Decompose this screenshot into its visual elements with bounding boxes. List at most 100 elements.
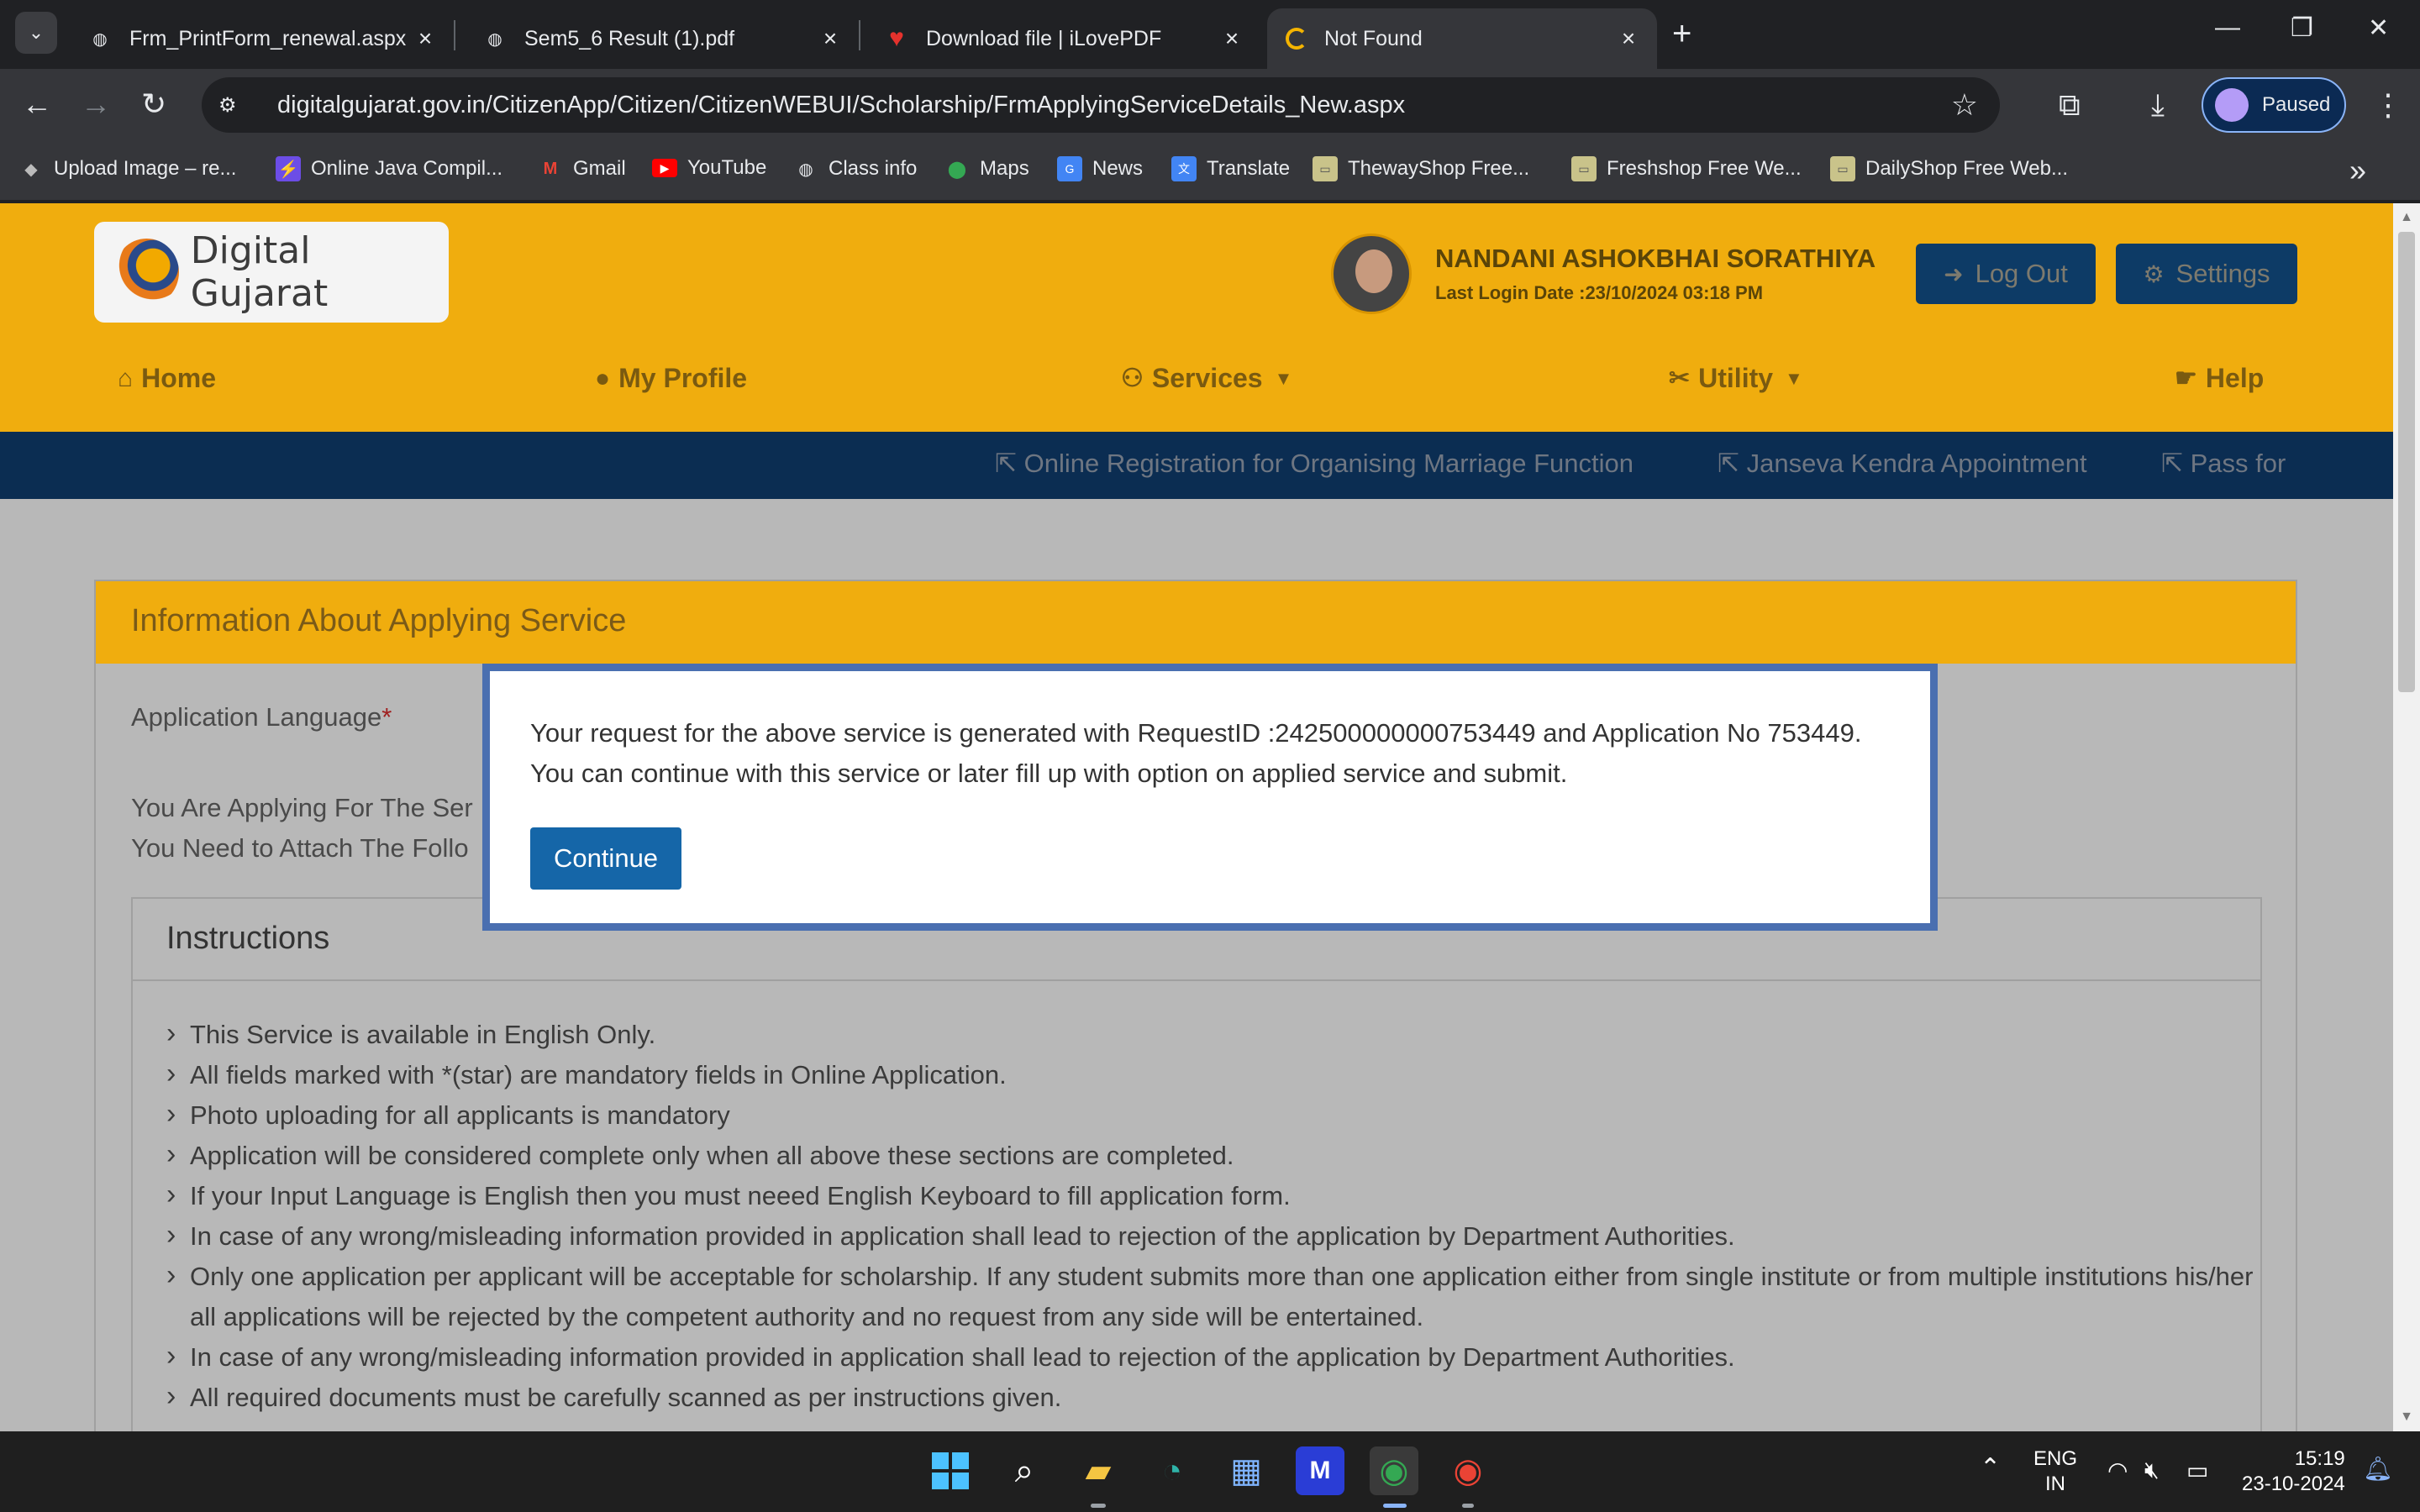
chevron-double-right-icon[interactable]: »: [2349, 153, 2366, 188]
new-tab-button[interactable]: +: [1672, 15, 1691, 52]
last-login-date: Last Login Date :23/10/2024 03:18 PM: [1435, 282, 1764, 303]
download-icon[interactable]: ⤓: [2151, 87, 2165, 123]
attach-documents-text: You Need to Attach The Follo: [131, 833, 469, 863]
chrome-icon[interactable]: ◉: [1370, 1446, 1418, 1495]
link-label: Janseva Kendra Appointment: [1746, 449, 2087, 478]
bookmark-online-java[interactable]: ⚡ Online Java Compil...: [276, 156, 502, 181]
tab-frm-printform[interactable]: ◍ Frm_PrintForm_renewal.aspx ×: [69, 8, 454, 69]
link-label: Online Registration for Organising Marri…: [1023, 449, 1634, 478]
tab-sem5-result[interactable]: ◍ Sem5_6 Result (1).pdf ×: [464, 8, 859, 69]
logout-label: Log Out: [1975, 259, 2068, 288]
news-icon: G: [1057, 156, 1082, 181]
caret-down-icon: ▼: [1785, 367, 1803, 389]
translate-icon: 文: [1171, 156, 1197, 181]
minimize-icon[interactable]: —: [2215, 13, 2240, 42]
dialog-message: Your request for the above service is ge…: [530, 713, 1908, 794]
image-icon: ▭: [1571, 156, 1597, 181]
wifi-icon[interactable]: ◠: [2107, 1457, 2128, 1484]
list-item: All required documents must be carefully…: [166, 1376, 2260, 1418]
notification-bell-icon[interactable]: 🔔︎: [2363, 1455, 2393, 1483]
file-explorer-icon[interactable]: ▰: [1074, 1446, 1123, 1495]
menu-kebab-icon[interactable]: ⋮: [2373, 87, 2403, 123]
nav-my-profile[interactable]: ● My Profile: [595, 363, 747, 394]
list-item: In case of any wrong/misleading informat…: [166, 1336, 2260, 1378]
external-link-icon: ⇱: [2161, 449, 2191, 478]
active-indicator: [1383, 1504, 1407, 1508]
close-icon[interactable]: ×: [408, 25, 442, 52]
spinner-icon: [1286, 28, 1307, 50]
bookmark-youtube[interactable]: ▶ YouTube: [652, 156, 766, 180]
volume-muted-icon[interactable]: 🔇︎: [2144, 1457, 2160, 1484]
chrome-profile-icon[interactable]: ◉: [1444, 1446, 1492, 1495]
lang-region: IN: [2045, 1473, 2065, 1495]
reload-icon[interactable]: ↻: [141, 86, 166, 123]
nav-help[interactable]: ☛ Help: [2175, 363, 2264, 394]
link-janseva-kendra[interactable]: ⇱ Janseva Kendra Appointment: [1718, 449, 2087, 479]
close-icon[interactable]: ×: [1612, 25, 1645, 52]
language-indicator[interactable]: ENG IN: [2033, 1446, 2077, 1497]
bookmark-class-info[interactable]: ◍ Class info: [793, 156, 917, 181]
url-text: digitalgujarat.gov.in/CitizenApp/Citizen…: [277, 91, 1406, 118]
gmail-icon: M: [543, 159, 558, 178]
scroll-down-icon[interactable]: ▼: [2393, 1410, 2420, 1425]
tab-not-found[interactable]: Not Found ×: [1267, 8, 1657, 69]
store-icon[interactable]: ▦: [1222, 1446, 1270, 1495]
lightning-icon: ⚡: [276, 156, 301, 181]
link-label: Pass for: [2190, 449, 2286, 478]
bookmark-freshshop[interactable]: ▭ Freshshop Free We...: [1571, 156, 1802, 181]
close-icon[interactable]: ×: [813, 25, 847, 52]
scrollbar-thumb[interactable]: [2398, 232, 2415, 692]
bookmark-gmail[interactable]: M Gmail: [538, 156, 626, 181]
battery-icon[interactable]: ▭: [2186, 1457, 2208, 1484]
link-pass-for[interactable]: ⇱ Pass for: [2161, 449, 2286, 479]
scroll-up-icon[interactable]: ▲: [2393, 210, 2420, 225]
instructions-list: This Service is available in English Onl…: [133, 981, 2260, 1418]
bookmark-label: ThewayShop Free...: [1348, 157, 1530, 180]
edge-icon[interactable]: ◔: [1148, 1446, 1197, 1495]
page-scrollbar[interactable]: ▲ ▼: [2393, 203, 2420, 1431]
continue-button[interactable]: Continue: [530, 827, 681, 890]
app-icon[interactable]: M: [1296, 1446, 1344, 1495]
youtube-icon: ▶: [652, 159, 677, 177]
extensions-icon[interactable]: ⧉: [2059, 87, 2081, 123]
search-icon[interactable]: ⌕: [1000, 1446, 1049, 1495]
map-pin-icon: ⬤: [947, 160, 967, 179]
windows-start-icon[interactable]: [926, 1446, 975, 1495]
logout-button[interactable]: ➜ Log Out: [1916, 244, 2096, 304]
globe-icon: ◍: [487, 29, 502, 49]
running-indicator: [1091, 1504, 1106, 1508]
nav-label: Home: [141, 363, 217, 393]
nav-services[interactable]: ⚇ Services ▼: [1121, 363, 1292, 394]
settings-button[interactable]: ⚙ Settings: [2116, 244, 2297, 304]
site-logo[interactable]: Digital Gujarat: [94, 222, 449, 323]
nav-home[interactable]: ⌂ Home: [118, 363, 216, 394]
bookmark-star-icon[interactable]: ☆: [1951, 87, 1978, 123]
users-icon: ⚇: [1121, 365, 1144, 392]
profile-button[interactable]: Paused: [2202, 77, 2346, 133]
bookmark-upload-image[interactable]: ◆ Upload Image – re...: [18, 156, 236, 181]
list-item: This Service is available in English Onl…: [166, 1013, 2260, 1055]
clock[interactable]: 15:19 23-10-2024: [2242, 1446, 2345, 1497]
bookmark-translate[interactable]: 文 Translate: [1171, 156, 1290, 181]
tab-ilovepdf[interactable]: ♥ Download file | iLovePDF ×: [865, 8, 1260, 69]
restore-icon[interactable]: ❐: [2291, 13, 2313, 43]
forward-arrow-icon[interactable]: →: [81, 86, 111, 123]
bookmark-dailyshop[interactable]: ▭ DailyShop Free Web...: [1830, 156, 2068, 181]
close-icon[interactable]: ×: [1215, 25, 1249, 52]
window-close-icon[interactable]: ✕: [2368, 13, 2389, 43]
handshake-icon: ☛: [2175, 365, 2197, 392]
bookmark-maps[interactable]: ⬤ Maps: [944, 156, 1029, 181]
tab-search-button[interactable]: ⌄: [15, 12, 57, 54]
nav-utility[interactable]: ✂ Utility ▼: [1669, 363, 1803, 394]
site-settings-icon[interactable]: ⚙: [218, 93, 252, 118]
back-arrow-icon[interactable]: ←: [22, 86, 52, 123]
chevron-up-icon[interactable]: ⌃: [1980, 1453, 2001, 1483]
dialog-message-line: Your request for the above service is ge…: [530, 718, 1862, 748]
link-marriage-function[interactable]: ⇱ Online Registration for Organising Mar…: [995, 449, 1634, 479]
bookmark-news[interactable]: G News: [1057, 156, 1143, 181]
tab-separator: [859, 20, 860, 50]
bookmark-label: Gmail: [573, 157, 626, 180]
address-bar[interactable]: ⚙ digitalgujarat.gov.in/CitizenApp/Citiz…: [202, 77, 2000, 133]
bookmark-thewayshop[interactable]: ▭ ThewayShop Free...: [1313, 156, 1529, 181]
list-item: Application will be considered complete …: [166, 1134, 2260, 1176]
